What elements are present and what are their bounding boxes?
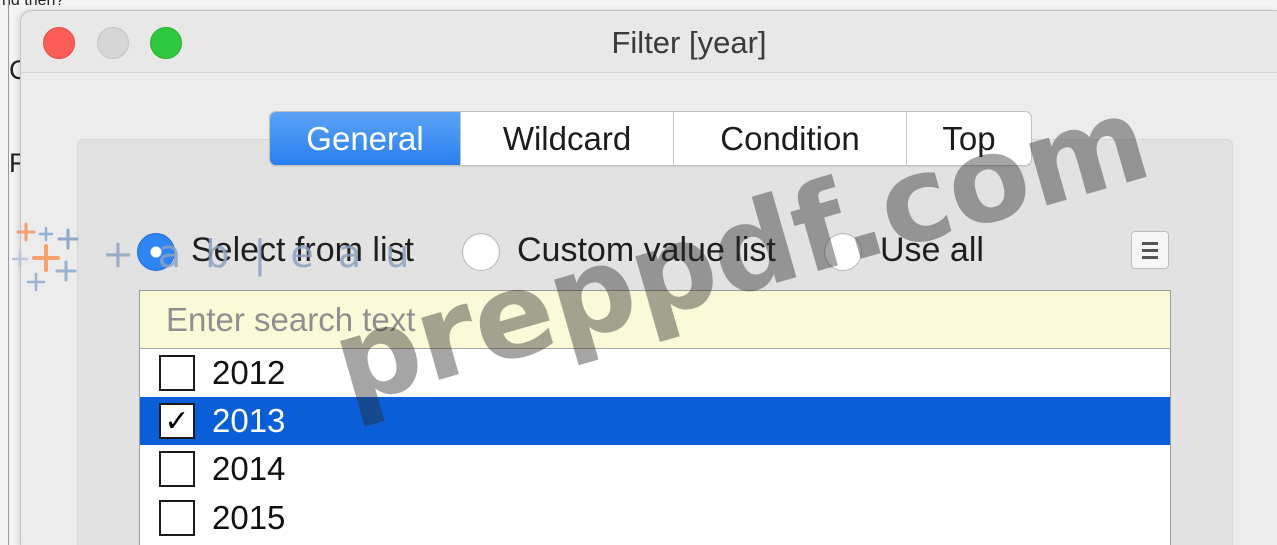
list-item-label: 2014 [212,450,286,487]
list-item[interactable]: 2015 [140,494,1170,542]
title-bar: Filter [year] [21,11,1277,73]
logo-wordmark: + a b | e a u [102,232,416,276]
tab-general[interactable]: General [270,112,461,165]
menu-icon [1142,241,1158,245]
checkbox[interactable]: ✓ [159,403,195,439]
background-text-fragment: nd then? [2,0,65,9]
list-item[interactable]: 2014 [140,445,1170,493]
checkmark-icon: ✓ [164,404,190,438]
checkbox[interactable] [159,355,195,391]
tab-wildcard[interactable]: Wildcard [461,112,674,165]
list-item[interactable]: ✓ 2013 [140,397,1170,445]
list-item-label: 2015 [212,499,286,536]
checkbox[interactable] [159,500,195,536]
list-item-label: 2013 [212,402,286,439]
menu-icon [1142,248,1158,252]
checkbox[interactable] [159,451,195,487]
list-item[interactable]: 2012 [140,349,1170,397]
window-title: Filter [year] [611,25,767,60]
menu-icon [1142,255,1158,259]
list-item-label: 2012 [212,354,286,391]
tableau-logo-icon [11,222,79,292]
list-options-menu-button[interactable] [1131,231,1169,269]
